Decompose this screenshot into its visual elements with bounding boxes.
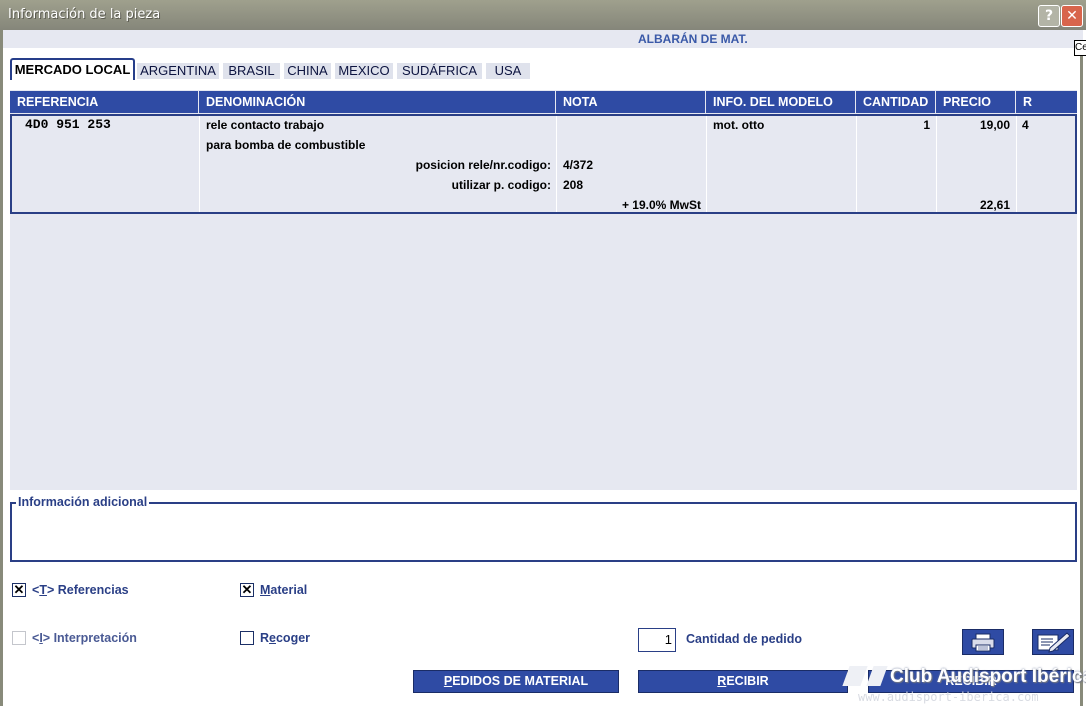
material-label[interactable]: Material xyxy=(260,583,307,597)
tab-brasil[interactable]: BRASIL xyxy=(223,63,280,79)
watermark-logo xyxy=(842,666,868,686)
r-value: 4 xyxy=(1022,118,1029,132)
label-part: > Referencias xyxy=(46,583,129,597)
print-button[interactable] xyxy=(962,629,1004,655)
referencias-checkbox[interactable]: ✕ xyxy=(12,583,26,597)
additional-info-box[interactable] xyxy=(10,502,1077,562)
title-bar: Información de la pieza ? ✕ xyxy=(0,0,1086,30)
price-total: 22,61 xyxy=(979,198,1010,212)
watermark-logo xyxy=(866,666,888,686)
attribute-value-relay-position: 4/372 xyxy=(563,158,594,172)
column-divider xyxy=(856,116,857,212)
watermark-url: www.audisport-iberica.com xyxy=(858,690,1039,704)
button-accesskey: P xyxy=(443,674,453,688)
pedidos-material-button[interactable]: PEDIDOS DE MATERIAL xyxy=(413,670,619,693)
interpretacion-label: <I> Interpretación xyxy=(32,631,137,645)
column-divider xyxy=(936,116,937,212)
part-description-line-2: para bomba de combustible xyxy=(206,138,366,152)
tab-argentina[interactable]: ARGENTINA xyxy=(137,63,219,79)
recibir-button[interactable]: RECIBIR xyxy=(638,670,848,693)
recoger-label[interactable]: Recoger xyxy=(260,631,310,645)
label-part: R xyxy=(260,631,270,645)
tab-usa[interactable]: USA xyxy=(486,63,530,79)
tooltip-fragment: Ce xyxy=(1074,40,1086,56)
column-divider xyxy=(556,116,557,212)
edit-note-button[interactable] xyxy=(1032,629,1074,655)
label-accesskey: e xyxy=(269,631,276,645)
document-label: ALBARÁN DE MAT. xyxy=(638,32,748,46)
attribute-label-use-code: utilizar p. codigo: xyxy=(451,178,551,192)
window-title: Información de la pieza xyxy=(8,7,161,22)
model-info: mot. otto xyxy=(713,118,765,132)
label-accesskey: T xyxy=(39,583,47,597)
label-part: > Interpretación xyxy=(42,631,137,645)
printer-icon xyxy=(971,633,995,652)
column-divider xyxy=(1016,116,1017,212)
button-label: ECIBIR xyxy=(726,674,769,688)
column-denominacion[interactable]: DENOMINACIÓN xyxy=(199,91,556,113)
label-part: aterial xyxy=(270,583,308,597)
tab-sudafrica[interactable]: SUDÁFRICA xyxy=(397,63,482,79)
additional-info-label: Información adicional xyxy=(16,495,150,509)
tax-label: + 19.0% MwSt xyxy=(621,198,701,212)
attribute-label-relay-position: posicion rele/nr.codigo: xyxy=(415,158,551,172)
order-quantity-label: Cantidad de pedido xyxy=(686,632,802,646)
attribute-value-use-code: 208 xyxy=(563,178,584,192)
quantity-value: 1 xyxy=(923,118,930,132)
watermark-title: Club Audisport Ibérica xyxy=(890,666,1086,687)
order-quantity-input[interactable]: 1 xyxy=(638,628,676,652)
column-nota[interactable]: NOTA xyxy=(556,91,706,113)
column-divider xyxy=(706,116,707,212)
watermark: Club Audisport Ibérica www.audisport-ibe… xyxy=(838,662,1086,706)
material-checkbox[interactable]: ✕ xyxy=(240,583,254,597)
column-precio[interactable]: PRECIO xyxy=(936,91,1016,113)
label-part: coger xyxy=(275,631,311,645)
column-divider xyxy=(199,116,200,212)
part-reference: 4D0 951 253 xyxy=(25,117,111,132)
column-referencia[interactable]: REFERENCIA xyxy=(10,91,199,113)
label-accesskey: M xyxy=(260,583,271,597)
recoger-checkbox[interactable] xyxy=(240,631,254,645)
close-button[interactable]: ✕ xyxy=(1061,5,1083,27)
document-header: ALBARÁN DE MAT. xyxy=(3,30,1083,48)
price-value: 19,00 xyxy=(979,118,1010,132)
column-cantidad[interactable]: CANTIDAD xyxy=(856,91,936,113)
tab-mexico[interactable]: MEXICO xyxy=(335,63,393,79)
referencias-label[interactable]: <T> Referencias xyxy=(32,583,129,597)
button-accesskey: R xyxy=(717,674,727,688)
interpretacion-checkbox xyxy=(12,631,26,645)
tab-mercado-local[interactable]: MERCADO LOCAL xyxy=(10,58,135,80)
grid-header: REFERENCIA DENOMINACIÓN NOTA INFO. DEL M… xyxy=(10,91,1077,113)
tab-china[interactable]: CHINA xyxy=(284,63,331,79)
button-label: EDIDOS DE MATERIAL xyxy=(452,674,589,688)
help-button[interactable]: ? xyxy=(1038,5,1060,27)
part-description-line-1: rele contacto trabajo xyxy=(206,118,325,132)
column-r[interactable]: R xyxy=(1016,91,1077,113)
column-info-modelo[interactable]: INFO. DEL MODELO xyxy=(706,91,856,113)
edit-pencil-icon xyxy=(1037,632,1071,653)
